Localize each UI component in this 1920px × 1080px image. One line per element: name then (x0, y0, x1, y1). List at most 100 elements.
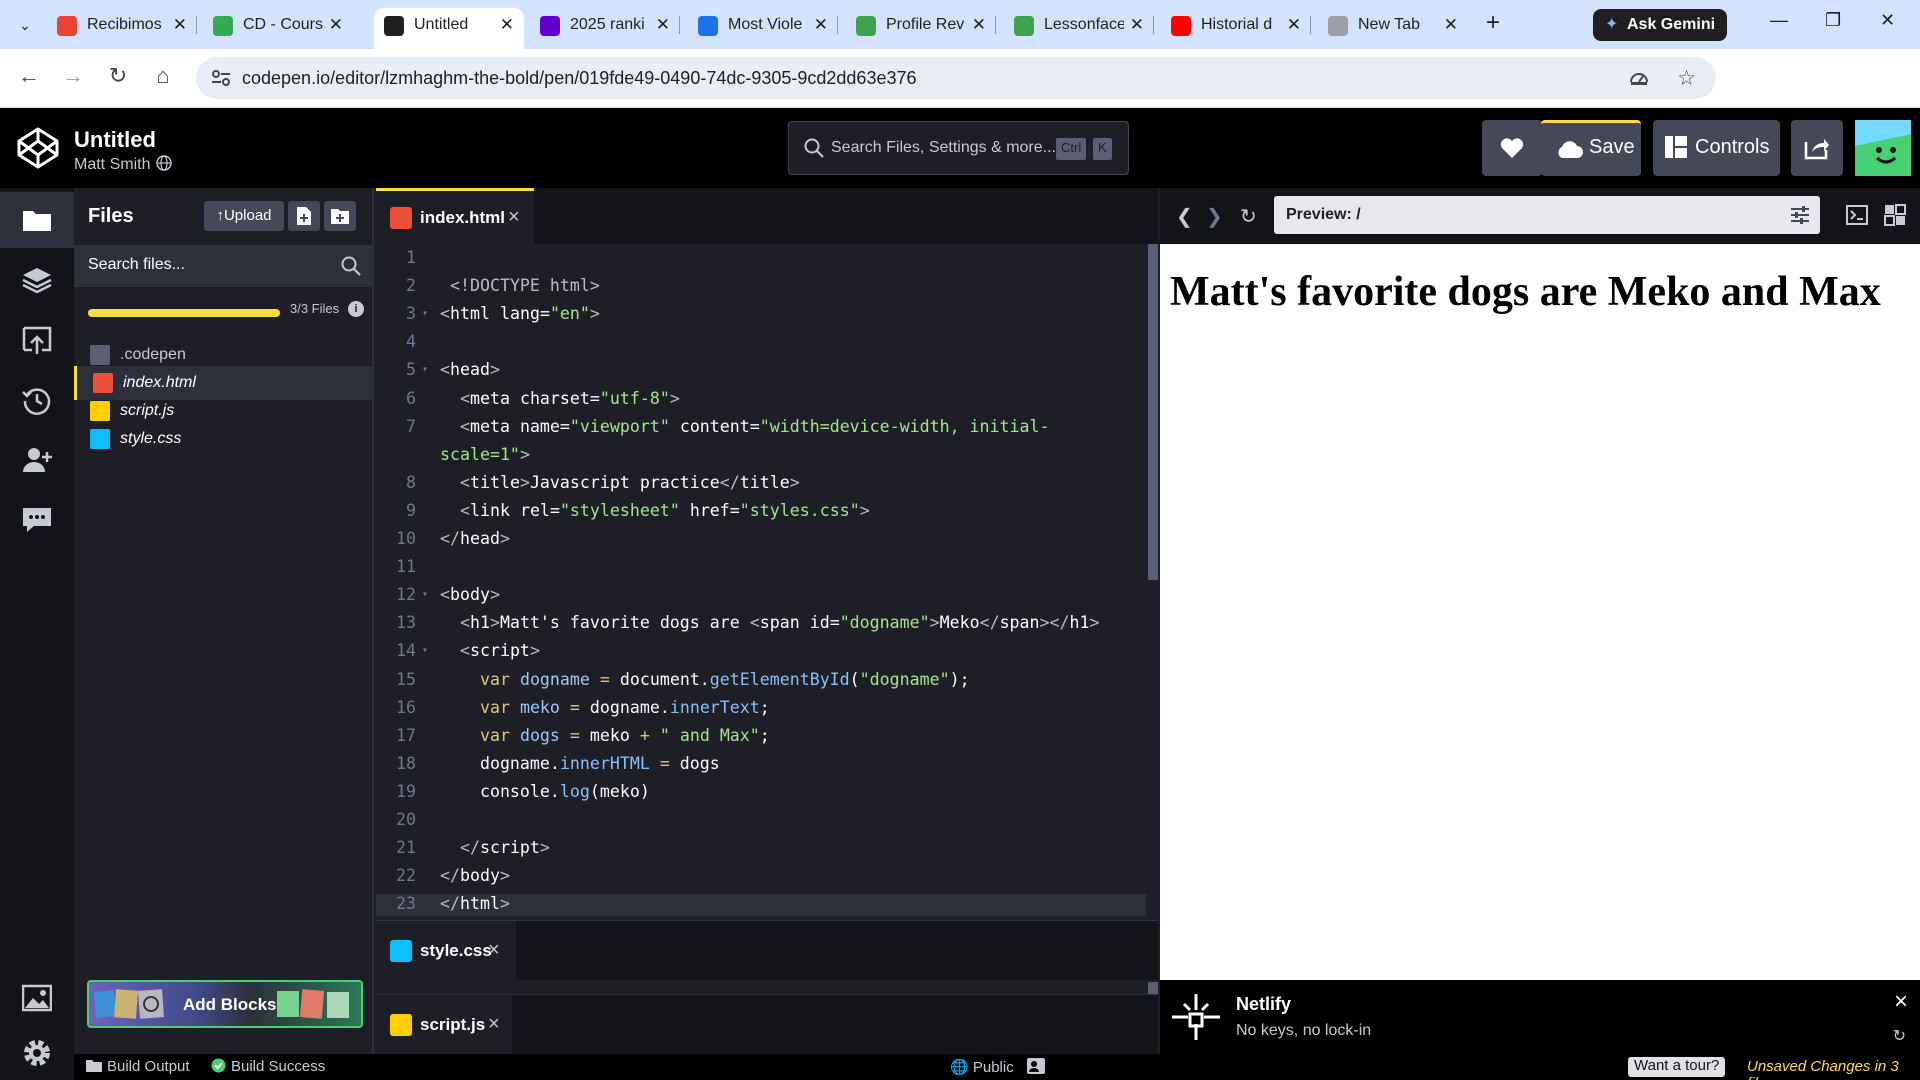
code-line[interactable]: <link rel="stylesheet" href="styles.css"… (440, 501, 870, 520)
preview-frame[interactable]: Matt's favorite dogs are Meko and Max (1160, 244, 1920, 969)
preview-refresh-icon[interactable]: ↻ (1240, 204, 1257, 229)
love-button[interactable] (1482, 120, 1542, 176)
preview-settings-sliders-icon[interactable] (1790, 205, 1810, 225)
reload-icon[interactable]: ↻ (103, 63, 133, 89)
console-icon[interactable] (1846, 205, 1868, 225)
restore-window-icon[interactable]: ❐ (1825, 10, 1841, 31)
code-area[interactable]: 12 <!DOCTYPE html> 3 ▾ <html lang="en"> 4 5 ▾ <… (376, 244, 1146, 920)
preview-url-bar[interactable]: Preview: / (1274, 196, 1820, 234)
browser-tab[interactable]: Lessonface ✕ (1004, 8, 1154, 42)
fold-chevron-icon[interactable]: ▾ (422, 308, 428, 319)
browser-tab[interactable]: Most Viole ✕ (688, 8, 838, 42)
code-line[interactable]: <body> (440, 585, 500, 604)
close-tab-icon[interactable]: ✕ (814, 15, 828, 35)
editor-scrollbar[interactable] (1148, 244, 1158, 580)
code-line[interactable]: </script> (440, 838, 550, 857)
code-line[interactable]: var dogname = document.getElementById("d… (440, 670, 970, 689)
close-tab-icon[interactable]: ✕ (1444, 15, 1458, 35)
fold-chevron-icon[interactable]: ▾ (422, 364, 428, 375)
code-line[interactable]: <script> (440, 641, 540, 660)
refresh-icon[interactable]: ↻ (1893, 1026, 1906, 1046)
code-line[interactable]: <head> (440, 360, 500, 379)
browser-tab[interactable]: 2025 ranki ✕ (530, 8, 680, 42)
visibility-button[interactable]: 🌐 Public (950, 1058, 1014, 1076)
pen-title[interactable]: Untitled (74, 127, 156, 153)
back-arrow-icon[interactable]: ← (14, 63, 44, 89)
address-bar[interactable]: codepen.io/editor/lzmhaghm-the-bold/pen/… (196, 57, 1716, 99)
browser-tab[interactable]: Historial d ✕ (1161, 8, 1311, 42)
rail-deploy-button[interactable] (0, 312, 74, 368)
browser-tab[interactable]: Untitled ✕ (374, 8, 524, 49)
share-button[interactable] (1791, 120, 1843, 176)
add-collaborator-icon[interactable] (1027, 1058, 1045, 1078)
close-tab-icon[interactable]: ✕ (329, 15, 343, 35)
file-item[interactable]: style.css (74, 422, 372, 456)
code-line[interactable]: var dogs = meko + " and Max"; (440, 726, 770, 745)
rail-collab-button[interactable] (0, 432, 74, 488)
rail-assets-button[interactable] (0, 252, 74, 308)
browser-tab[interactable]: Profile Rev ✕ (846, 8, 996, 42)
code-line[interactable]: dogname.innerHTML = dogs (440, 754, 720, 773)
info-icon[interactable]: i (348, 301, 364, 317)
build-output-button[interactable]: Build Output (86, 1058, 190, 1075)
command-search[interactable]: Search Files, Settings & more... Ctrl K (788, 121, 1129, 175)
close-tab-icon[interactable]: ✕ (1287, 15, 1301, 35)
ask-gemini-button[interactable]: ✦ Ask Gemini (1593, 9, 1727, 41)
user-avatar[interactable] (1855, 120, 1911, 176)
fold-chevron-icon[interactable]: ▾ (422, 645, 428, 656)
browser-tab[interactable]: New Tab ✕ (1318, 8, 1468, 42)
save-button[interactable]: Save (1541, 120, 1641, 176)
style-editor-scrollbar[interactable] (1148, 982, 1158, 994)
close-window-icon[interactable]: ✕ (1880, 10, 1895, 31)
editor-tab-style-css[interactable]: style.css × (376, 921, 516, 981)
build-success-status[interactable]: Build Success (211, 1058, 325, 1075)
netlify-banner[interactable]: Netlify No keys, no lock-in × ↻ (1160, 980, 1920, 1054)
add-blocks-button[interactable]: Add Blocks (87, 980, 363, 1028)
rail-files-button[interactable] (0, 192, 74, 248)
close-tab-icon[interactable]: ✕ (972, 15, 986, 35)
new-folder-button[interactable] (324, 201, 356, 231)
code-line[interactable]: <title>Javascript practice</title> (440, 473, 800, 492)
code-line[interactable]: </body> (440, 866, 510, 885)
forward-arrow-icon[interactable]: → (58, 63, 88, 89)
close-tab-icon[interactable]: × (508, 206, 520, 229)
code-line[interactable]: console.log(meko) (440, 782, 650, 801)
url-text[interactable]: codepen.io/editor/lzmhaghm-the-bold/pen/… (242, 68, 917, 89)
close-banner-icon[interactable]: × (1894, 988, 1908, 1016)
code-line[interactable]: scale=1"> (440, 445, 530, 464)
new-file-button[interactable] (288, 201, 320, 231)
performance-icon[interactable] (1628, 67, 1650, 89)
fold-chevron-icon[interactable]: ▾ (422, 589, 428, 600)
pen-author-name[interactable]: Matt Smith (74, 156, 150, 173)
code-line[interactable]: </html> (440, 894, 510, 913)
code-line[interactable]: <meta charset="utf-8"> (440, 389, 680, 408)
rail-settings-button[interactable] (0, 1024, 74, 1080)
code-line[interactable]: <h1>Matt's favorite dogs are <span id="d… (440, 613, 1100, 632)
code-line[interactable]: <html lang="en"> (440, 304, 600, 323)
code-line[interactable]: <!DOCTYPE html> (440, 276, 600, 295)
codepen-logo-icon[interactable] (16, 126, 60, 170)
code-line[interactable]: </head> (440, 529, 510, 548)
unsaved-changes-status[interactable]: Unsaved Changes in 3 files (1747, 1058, 1920, 1080)
close-tab-icon[interactable]: ✕ (173, 15, 187, 35)
close-tab-icon[interactable]: ✕ (1130, 15, 1144, 35)
preview-back-icon[interactable]: ❮ (1176, 204, 1193, 229)
minimize-window-icon[interactable]: — (1770, 10, 1788, 31)
code-line[interactable]: var meko = dogname.innerText; (440, 698, 770, 717)
close-tab-icon[interactable]: ✕ (656, 15, 670, 35)
preview-forward-icon[interactable]: ❯ (1206, 204, 1223, 229)
controls-button[interactable]: Controls (1653, 120, 1780, 176)
tab-search-chevron-icon[interactable]: ⌄ (12, 12, 38, 38)
new-tab-button[interactable]: + (1486, 9, 1500, 37)
editor-tab-index-html[interactable]: index.html × (376, 188, 534, 244)
rail-media-button[interactable] (0, 970, 74, 1026)
code-line[interactable]: <meta name="viewport" content="width=dev… (440, 417, 1050, 436)
upload-button[interactable]: ↑Upload (204, 201, 284, 231)
home-icon[interactable]: ⌂ (148, 63, 178, 89)
browser-tab[interactable]: Recibimos ✕ (47, 8, 197, 42)
site-settings-icon[interactable] (210, 67, 232, 89)
rail-comments-button[interactable] (0, 492, 74, 548)
browser-tab[interactable]: CD - Cours ✕ (203, 8, 353, 42)
close-tab-icon[interactable]: × (488, 939, 506, 962)
close-tab-icon[interactable]: ✕ (500, 15, 514, 35)
